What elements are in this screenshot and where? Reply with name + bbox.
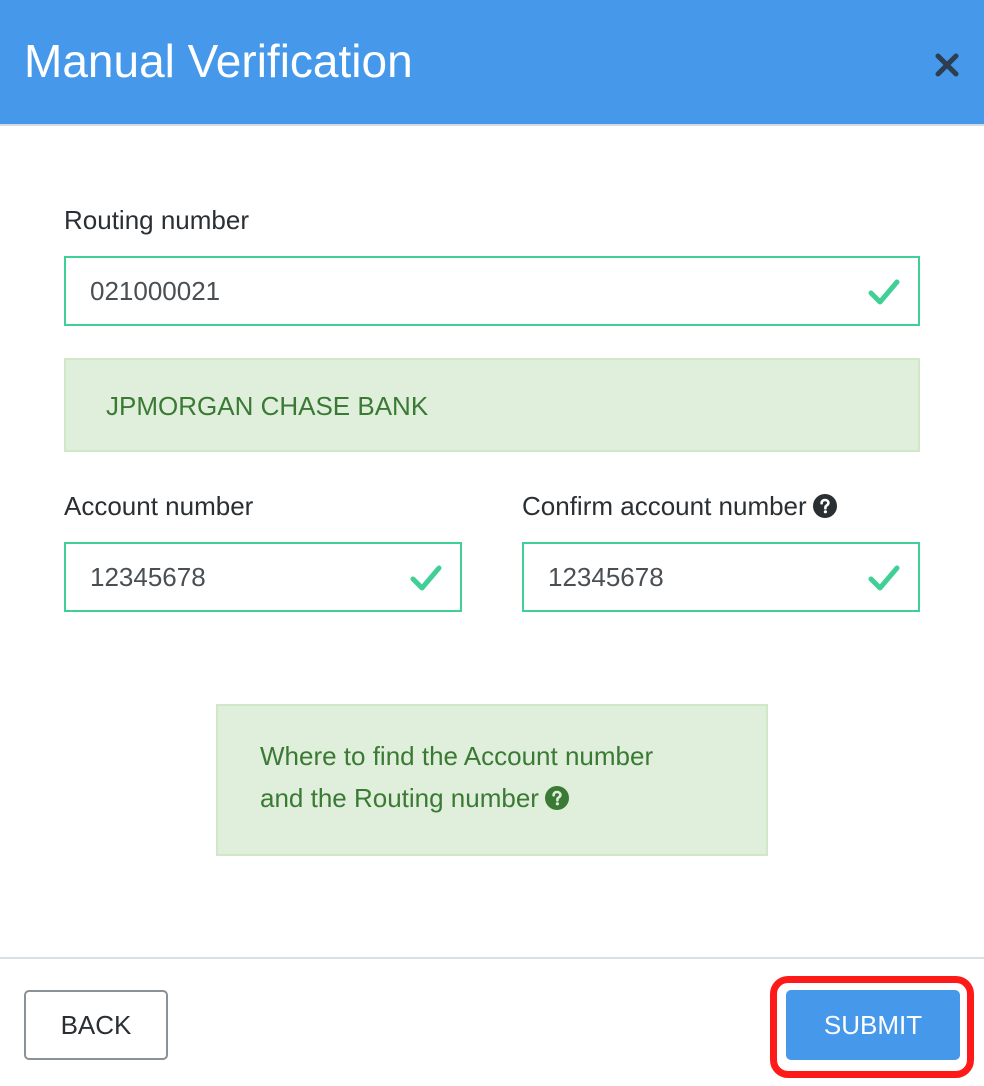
footer-divider [0,957,984,959]
bank-name: JPMORGAN CHASE BANK [106,391,429,421]
checkmark-icon [410,565,442,591]
routing-number-input[interactable] [90,258,852,324]
bank-name-alert: JPMORGAN CHASE BANK [64,358,920,452]
question-circle-icon[interactable] [812,494,837,519]
submit-button[interactable]: SUBMIT [786,990,960,1060]
where-to-find-numbers-help[interactable]: Where to find the Account number and the… [216,704,768,856]
manual-verification-dialog: Manual Verification Routing number JPMOR… [0,0,984,1086]
dialog-title: Manual Verification [24,35,413,87]
help-text-line-1: Where to find the Account number [260,741,654,771]
confirm-account-number-input[interactable] [548,544,852,610]
confirm-account-number-field[interactable] [522,542,920,612]
question-circle-icon[interactable] [544,786,569,811]
account-number-label: Account number [64,491,254,521]
close-icon[interactable] [930,48,964,82]
dialog-header: Manual Verification [0,0,984,126]
account-number-input[interactable] [90,544,394,610]
confirm-account-number-label-text: Confirm account number [522,491,807,521]
account-number-field[interactable] [64,542,462,612]
checkmark-icon [868,565,900,591]
help-text-line-2-text: and the Routing number [260,783,539,813]
help-text-line-2: and the Routing number [260,782,569,814]
routing-number-label: Routing number [64,205,249,235]
checkmark-icon [868,279,900,305]
back-button[interactable]: BACK [24,990,168,1060]
routing-number-field[interactable] [64,256,920,326]
confirm-account-number-label: Confirm account number [522,490,837,522]
